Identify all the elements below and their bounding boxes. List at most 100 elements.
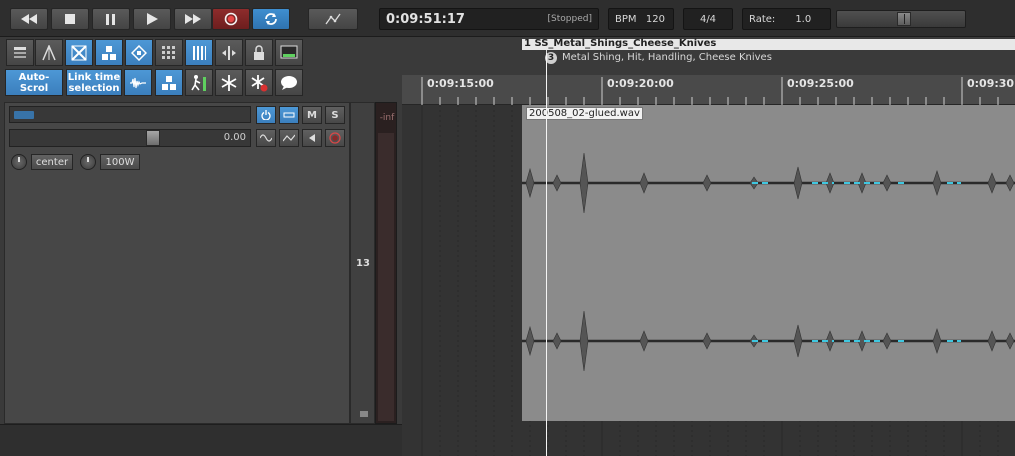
track-name-field[interactable] [9,106,251,123]
rate-display[interactable]: Rate: 1.0 [742,8,831,30]
width-label: 100W [105,156,135,168]
fast-forward-icon [185,14,201,24]
pan-value-box[interactable]: center [31,154,73,170]
track-drag-handle[interactable] [14,111,34,119]
playhead[interactable] [546,53,547,456]
triangle-left-icon [309,134,315,142]
rate-label: Rate: [749,13,776,25]
time-signature-display[interactable]: 4/4 [683,8,733,30]
width-value-box[interactable]: 100W [100,154,140,170]
vertical-bars-icon [193,45,206,60]
width-knob[interactable] [80,154,96,170]
track-number: 13 [356,258,370,269]
marker-text: Metal Shing, Hit, Handling, Cheese Knive… [562,52,772,63]
monitor-icon [280,45,298,58]
speech-bubble-button[interactable] [275,69,303,96]
mute-label: M [307,109,317,121]
solo-button[interactable]: S [325,106,345,124]
marker-number: 3 [547,53,555,63]
ripple-edit-icon [131,44,147,61]
envelope-button[interactable] [279,106,299,124]
marker-bar[interactable]: 1 SS_Metal_Shings_Cheese_Knives 3 Metal … [402,37,1015,75]
monitor-button[interactable] [275,39,303,66]
grid-snap-button[interactable] [95,39,123,66]
sine-button[interactable] [256,129,276,147]
ski-lift-button[interactable] [185,69,213,96]
cross-icon [71,44,87,61]
fx-bypass-button[interactable] [256,106,276,124]
transport-status: [Stopped] [547,14,592,24]
envelope-tool-icon [42,44,56,60]
envelope-tool-button[interactable] [35,39,63,66]
vertical-bars-button[interactable] [185,39,213,66]
loop-button[interactable] [252,8,290,30]
rewind-button[interactable] [10,8,48,30]
lock-icon [254,44,264,60]
time-value: 0:09:51:17 [386,11,465,27]
waveform-icon [130,77,146,88]
audio-clip[interactable]: 200508_02-glued.wav [522,105,1015,421]
pause-button[interactable] [92,8,130,30]
track-header[interactable]: M S 0.00 center 100W [4,102,350,424]
power-icon [261,110,271,120]
arrange-icon [14,46,26,58]
group-icon [162,75,176,90]
record-icon [224,12,238,26]
stop-icon [65,14,75,24]
pan-knob[interactable] [11,154,27,170]
lock-button[interactable] [245,39,273,66]
crossfade-button[interactable] [65,39,93,66]
timeline[interactable]: 1 SS_Metal_Shings_Cheese_Knives 3 Metal … [402,37,1015,456]
split-button[interactable] [215,39,243,66]
record-arm-button[interactable] [325,129,345,147]
region-marker-label: 1 SS_Metal_Shings_Cheese_Knives [524,38,717,49]
sine-wave-icon [260,134,272,142]
automation-button[interactable] [279,129,299,147]
snowflake-red-button[interactable] [245,69,273,96]
automation-icon [283,134,295,142]
time-display[interactable]: 0:09:51:17 [Stopped] [379,8,599,30]
play-button[interactable] [133,8,171,30]
stop-button[interactable] [51,8,89,30]
ski-lift-icon [191,74,206,91]
ripple-edit-button[interactable] [125,39,153,66]
fast-forward-button[interactable] [174,8,212,30]
snowflake-icon [221,74,237,91]
speech-bubble-icon [281,75,297,90]
metronome-button[interactable] [308,8,358,30]
group-button[interactable] [155,69,183,96]
bpm-label: BPM [615,13,637,25]
empty-track-area[interactable] [0,424,402,456]
track-number-column[interactable]: 13 [350,102,375,424]
region-marker[interactable]: 1 SS_Metal_Shings_Cheese_Knives [522,38,1015,50]
waveform-button[interactable] [124,69,152,96]
meter-strip [378,133,394,421]
ruler-label-1: 0:09:15:00 [427,77,494,90]
metronome-icon [325,13,341,25]
mute-button[interactable]: M [302,106,322,124]
rate-slider-thumb[interactable] [897,12,911,26]
play-icon [146,13,158,25]
auto-scroll-button[interactable]: Auto-Scrol [5,69,63,96]
volume-slider[interactable]: 0.00 [9,129,251,147]
envelope-icon [283,112,295,118]
record-button[interactable] [212,8,250,30]
track-meter: -inf [375,102,397,424]
bpm-display[interactable]: BPM 120 [608,8,674,30]
time-ruler[interactable]: 0:09:15:00 0:09:20:00 0:09:25:00 0:09:30… [402,75,1015,105]
arrange-button[interactable] [6,39,34,66]
snowflake-button[interactable] [215,69,243,96]
rate-slider[interactable] [836,10,966,28]
snowflake-red-icon [251,74,268,91]
phase-button[interactable] [302,129,322,147]
pan-label: center [35,156,69,168]
rewind-icon [21,14,37,24]
link-time-selection-button[interactable]: Link time selection [66,69,122,96]
record-arm-icon [329,132,341,144]
grid-button[interactable] [155,39,183,66]
transport-bar: 0:09:51:17 [Stopped] BPM 120 4/4 Rate: 1… [0,0,1015,37]
volume-slider-thumb[interactable] [146,130,160,146]
track-lane[interactable]: 200508_02-glued.wav [402,105,1015,456]
auto-scroll-label: Auto-Scrol [18,71,50,94]
meter-label: -inf [379,113,395,123]
